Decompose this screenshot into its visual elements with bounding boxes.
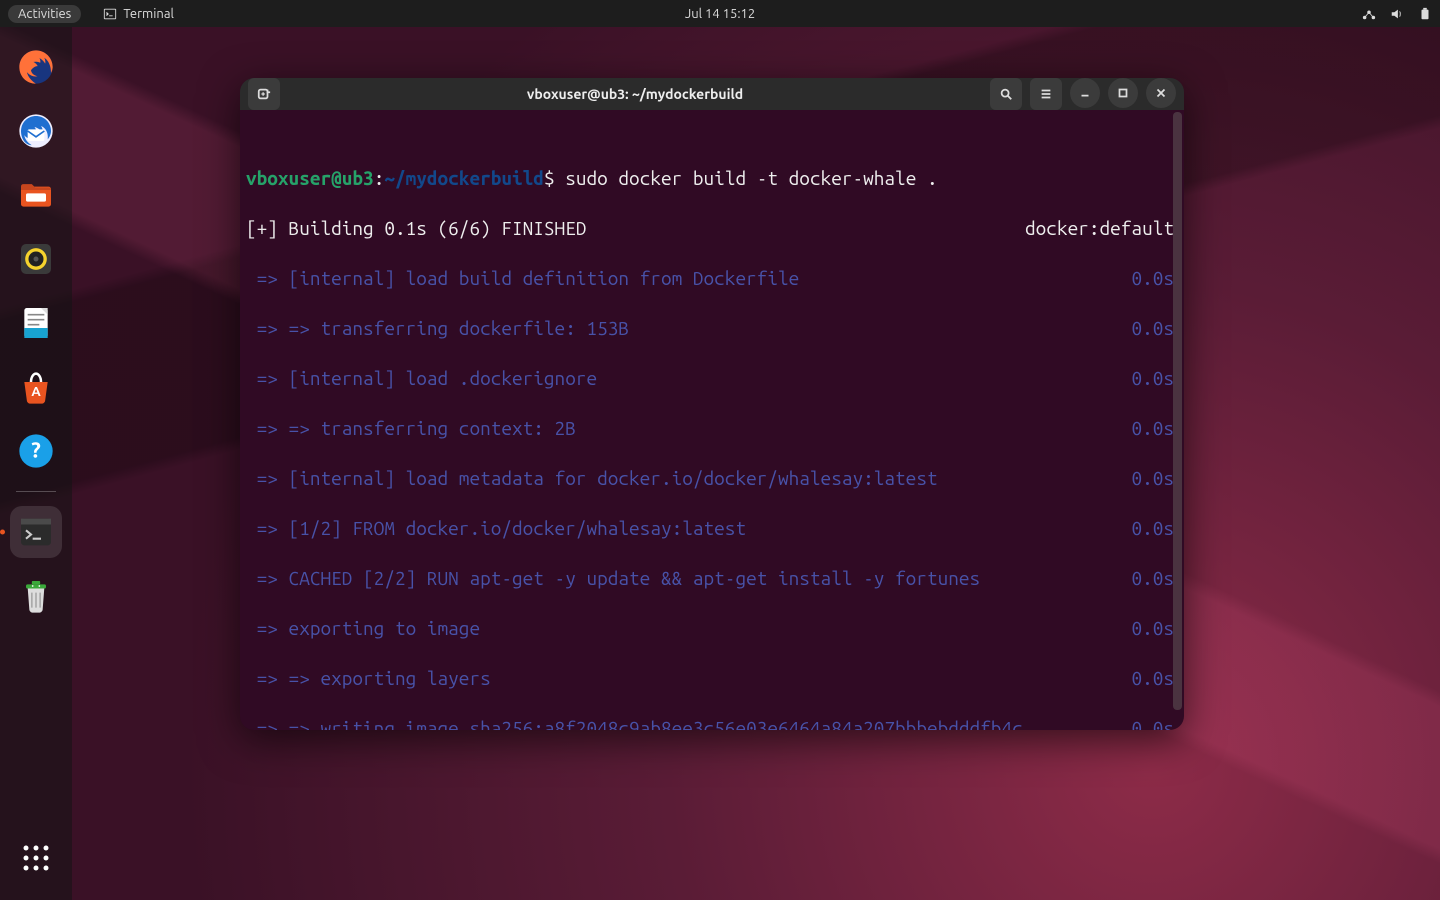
rhythmbox-icon xyxy=(16,239,56,279)
terminal-line: vboxuser@ub3:~/mydockerbuild$ sudo docke… xyxy=(246,166,1174,191)
dock-firefox[interactable] xyxy=(10,41,62,93)
files-icon xyxy=(16,175,56,215)
build-step-text: => exporting to image xyxy=(246,616,480,641)
build-step-text: => => exporting layers xyxy=(246,666,491,691)
close-button[interactable] xyxy=(1146,78,1176,108)
build-step-time: 0.0s xyxy=(1131,516,1174,541)
software-store-icon: A xyxy=(16,367,56,407)
command-text xyxy=(555,167,566,189)
build-step: => => writing image sha256:a8f2048c9ab8e… xyxy=(246,716,1174,730)
menu-button[interactable] xyxy=(1030,78,1062,110)
system-tray[interactable] xyxy=(1362,7,1432,21)
terminal-scrollbar[interactable] xyxy=(1173,112,1182,710)
build-header-left: [+] Building 0.1s (6/6) FINISHED xyxy=(246,216,586,241)
build-step-time: 0.0s xyxy=(1131,716,1174,730)
trash-icon xyxy=(16,576,56,616)
close-icon xyxy=(1154,86,1168,100)
build-step-time: 0.0s xyxy=(1131,266,1174,291)
firefox-icon xyxy=(16,47,56,87)
build-step-text: => CACHED [2/2] RUN apt-get -y update &&… xyxy=(246,566,980,591)
minimize-button[interactable] xyxy=(1070,78,1100,108)
build-header-right: docker:default xyxy=(1025,216,1174,241)
dock-writer[interactable] xyxy=(10,297,62,349)
help-icon: ? xyxy=(16,431,56,471)
prompt-path: ~/mydockerbuild xyxy=(384,167,544,189)
activities-button[interactable]: Activities xyxy=(8,5,81,23)
new-tab-icon xyxy=(257,87,271,101)
build-header: [+] Building 0.1s (6/6) FINISHED docker:d… xyxy=(246,216,1174,241)
svg-text:?: ? xyxy=(31,439,41,463)
window-title: vboxuser@ub3: ~/mydockerbuild xyxy=(286,86,984,102)
maximize-button[interactable] xyxy=(1108,78,1138,108)
build-step-text: => [1/2] FROM docker.io/docker/whalesay:… xyxy=(246,516,746,541)
dock-help[interactable]: ? xyxy=(10,425,62,477)
dock-software[interactable]: A xyxy=(10,361,62,413)
thunderbird-icon xyxy=(16,111,56,151)
dock-trash[interactable] xyxy=(10,570,62,622)
terminal-window: vboxuser@ub3: ~/mydockerbuild vboxuser@u… xyxy=(240,78,1184,730)
build-step-time: 0.0s xyxy=(1131,466,1174,491)
network-icon xyxy=(1362,7,1376,21)
build-step-text: => [internal] load build definition from… xyxy=(246,266,799,291)
terminal-body[interactable]: vboxuser@ub3:~/mydockerbuild$ sudo docke… xyxy=(240,110,1184,730)
build-step: => => transferring dockerfile: 153B 0.0s xyxy=(246,316,1174,341)
dock: A ? xyxy=(0,27,72,900)
dock-separator xyxy=(16,491,56,492)
battery-icon xyxy=(1418,7,1432,21)
new-tab-button[interactable] xyxy=(248,78,280,110)
writer-icon xyxy=(16,303,56,343)
build-step-time: 0.0s xyxy=(1131,416,1174,441)
build-step-time: 0.0s xyxy=(1131,366,1174,391)
build-step-text: => [internal] load .dockerignore xyxy=(246,366,597,391)
clock[interactable]: Jul 14 15:12 xyxy=(685,7,755,21)
build-step: => => exporting layers 0.0s xyxy=(246,666,1174,691)
build-step: => [internal] load metadata for docker.i… xyxy=(246,466,1174,491)
build-step: => [1/2] FROM docker.io/docker/whalesay:… xyxy=(246,516,1174,541)
build-step-time: 0.0s xyxy=(1131,316,1174,341)
svg-text:A: A xyxy=(31,384,41,399)
dock-files[interactable] xyxy=(10,169,62,221)
terminal-small-icon xyxy=(103,7,117,21)
build-step-time: 0.0s xyxy=(1131,616,1174,641)
volume-icon xyxy=(1390,7,1404,21)
top-bar: Activities Terminal Jul 14 15:12 xyxy=(0,0,1440,27)
dock-rhythmbox[interactable] xyxy=(10,233,62,285)
build-step: => [internal] load build definition from… xyxy=(246,266,1174,291)
prompt-symbol: $ xyxy=(544,167,555,189)
minimize-icon xyxy=(1078,86,1092,100)
build-step-text: => [internal] load metadata for docker.i… xyxy=(246,466,938,491)
build-step-time: 0.0s xyxy=(1131,666,1174,691)
build-step-time: 0.0s xyxy=(1131,566,1174,591)
maximize-icon xyxy=(1116,86,1130,100)
build-step: => => transferring context: 2B 0.0s xyxy=(246,416,1174,441)
active-app-indicator[interactable]: Terminal xyxy=(103,7,174,21)
command-text: sudo docker build -t docker-whale . xyxy=(565,167,937,189)
terminal-icon xyxy=(16,512,56,552)
search-button[interactable] xyxy=(990,78,1022,110)
build-step: => CACHED [2/2] RUN apt-get -y update &&… xyxy=(246,566,1174,591)
search-icon xyxy=(999,87,1013,101)
dock-terminal[interactable] xyxy=(10,506,62,558)
build-step-text: => => transferring dockerfile: 153B xyxy=(246,316,629,341)
build-step: => exporting to image 0.0s xyxy=(246,616,1174,641)
build-step: => [internal] load .dockerignore 0.0s xyxy=(246,366,1174,391)
hamburger-icon xyxy=(1039,87,1053,101)
show-apps-icon xyxy=(16,838,56,878)
dock-thunderbird[interactable] xyxy=(10,105,62,157)
terminal-titlebar[interactable]: vboxuser@ub3: ~/mydockerbuild xyxy=(240,78,1184,110)
prompt-user-host: vboxuser@ub3 xyxy=(246,167,374,189)
build-step-text: => => writing image sha256:a8f2048c9ab8e… xyxy=(246,716,1023,730)
prompt-sep: : xyxy=(374,167,385,189)
build-step-text: => => transferring context: 2B xyxy=(246,416,576,441)
show-apps-button[interactable] xyxy=(10,832,62,884)
active-app-label: Terminal xyxy=(123,7,174,21)
